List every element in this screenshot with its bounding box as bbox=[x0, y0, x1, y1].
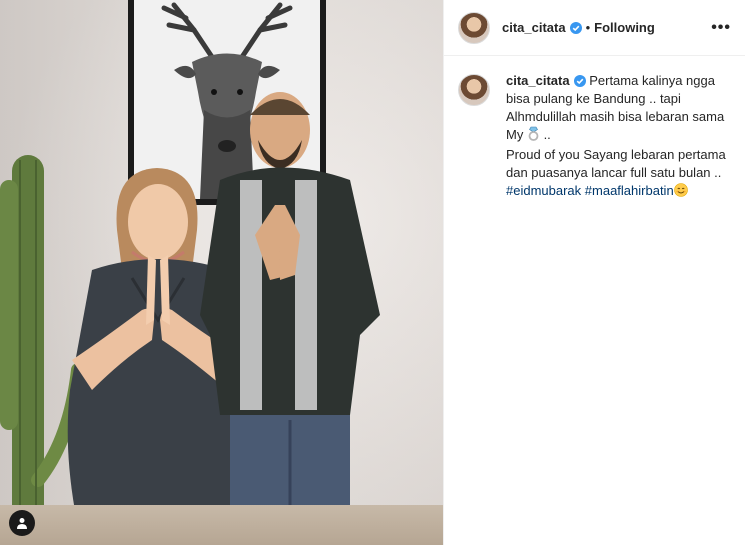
floor bbox=[0, 505, 443, 545]
hashtag-maaflahirbatin[interactable]: #maaflahirbatin bbox=[585, 183, 674, 198]
caption-avatar[interactable] bbox=[458, 74, 490, 106]
verified-badge-icon bbox=[573, 75, 586, 87]
verified-badge-icon bbox=[569, 21, 582, 34]
post-sidebar: cita_citata • Following ••• cita_citata … bbox=[443, 0, 745, 545]
following-button[interactable]: Following bbox=[594, 20, 655, 35]
header-username[interactable]: cita_citata bbox=[502, 20, 566, 35]
caption: cita_citata Pertama kalinya ngga bisa pu… bbox=[444, 56, 745, 202]
hashtag-eidmubarak[interactable]: #eidmubarak bbox=[506, 183, 581, 198]
instagram-post: cita_citata • Following ••• cita_citata … bbox=[0, 0, 745, 545]
post-header: cita_citata • Following ••• bbox=[444, 0, 745, 56]
post-photo[interactable] bbox=[0, 0, 443, 545]
man-figure bbox=[200, 92, 380, 545]
caption-username[interactable]: cita_citata bbox=[506, 73, 570, 88]
caption-text-1-end: .. bbox=[539, 127, 551, 142]
ring-emoji-icon bbox=[527, 126, 540, 146]
caption-text-2: Proud of you Sayang lebaran pertama dan … bbox=[506, 147, 726, 180]
more-options-icon[interactable]: ••• bbox=[711, 19, 731, 37]
smiling-face-emoji-icon bbox=[673, 183, 688, 202]
separator-dot: • bbox=[585, 20, 591, 35]
user-tag-icon[interactable] bbox=[9, 510, 35, 536]
caption-body: cita_citata Pertama kalinya ngga bisa pu… bbox=[506, 72, 731, 202]
avatar[interactable] bbox=[458, 11, 490, 44]
